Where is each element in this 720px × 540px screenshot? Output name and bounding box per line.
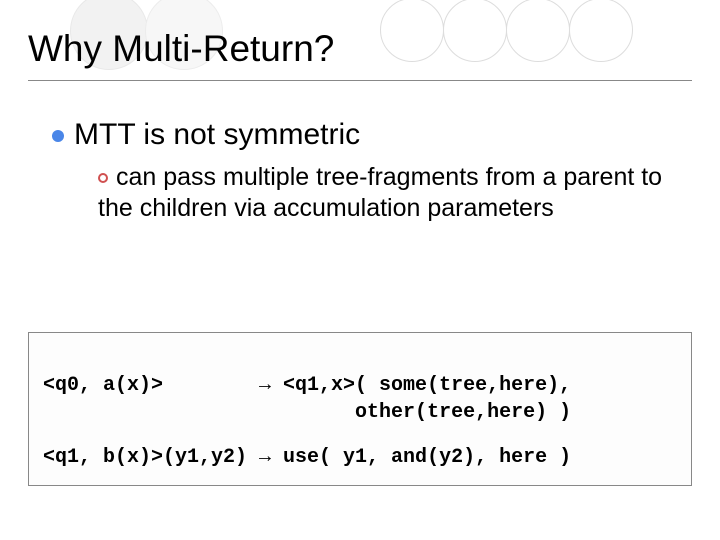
code-box: <q0, a(x)> → <q1,x>( some(tree,here), ot…	[28, 332, 692, 486]
decoration-circle	[443, 0, 507, 62]
bullet-level-2: can pass multiple tree-fragments from a …	[98, 162, 680, 225]
code-line-1b: other(tree,here) )	[43, 401, 571, 424]
slide-title: Why Multi-Return?	[28, 28, 334, 70]
bullet-level-1-text: MTT is not symmetric	[74, 118, 360, 151]
decoration-circle	[569, 0, 633, 62]
bullet-dot-icon	[52, 130, 64, 142]
bullet-ring-icon	[98, 173, 108, 183]
slide: Why Multi-Return? MTT is not symmetric c…	[0, 0, 720, 540]
code-line-2: <q1, b(x)>(y1,y2) → use( y1, and(y2), he…	[43, 446, 571, 469]
bullet-level-1: MTT is not symmetric	[52, 118, 360, 152]
decoration-circle	[506, 0, 570, 62]
bullet-level-2-text-b: via accumulation parameters	[227, 194, 554, 222]
decoration-circle	[380, 0, 444, 62]
code-line-1a: <q0, a(x)> → <q1,x>( some(tree,here),	[43, 374, 571, 397]
bullet-level-2-text-a: can pass multiple tree-fragments	[116, 163, 486, 191]
title-underline	[28, 80, 692, 81]
